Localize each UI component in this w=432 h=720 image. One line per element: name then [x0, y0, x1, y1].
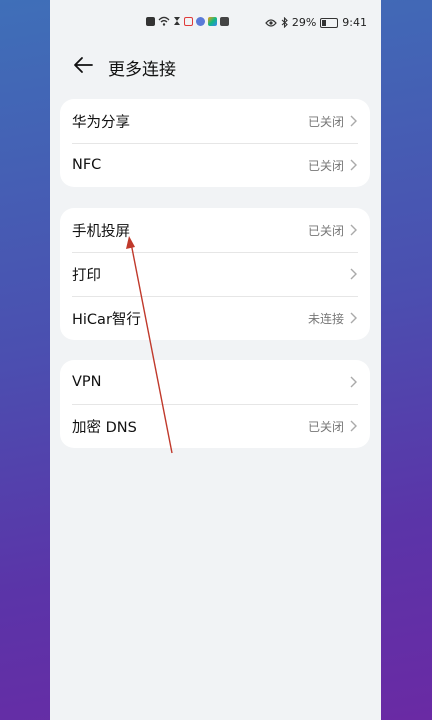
settings-group-2: 手机投屏 已关闭 打印 HiCar智行 未连接: [60, 208, 370, 340]
chevron-right-icon: [350, 115, 357, 127]
item-label: VPN: [72, 374, 102, 390]
item-status: 已关闭: [307, 158, 344, 173]
clock: 9:41: [342, 16, 367, 29]
item-label: 加密 DNS: [72, 419, 137, 436]
item-status: 未连接: [307, 311, 344, 326]
item-label: 打印: [72, 267, 101, 284]
list-item-encrypted-dns[interactable]: 加密 DNS 已关闭: [60, 404, 370, 448]
chevron-right-icon: [350, 376, 357, 388]
item-label: 华为分享: [72, 114, 130, 131]
page-header: 更多连接: [50, 50, 381, 84]
item-status: 已关闭: [307, 419, 344, 434]
item-status: 已关闭: [307, 223, 344, 238]
item-label: NFC: [72, 157, 102, 173]
settings-group-1: 华为分享 已关闭 NFC 已关闭: [60, 99, 370, 187]
alert-icon: [146, 16, 155, 26]
back-arrow-icon[interactable]: [72, 54, 94, 76]
app-icon-multicolor: [208, 16, 217, 26]
settings-group-3: VPN 加密 DNS 已关闭: [60, 360, 370, 448]
list-item-nfc[interactable]: NFC 已关闭: [60, 143, 370, 187]
chevron-right-icon: [350, 268, 357, 280]
list-item-print[interactable]: 打印: [60, 252, 370, 296]
item-status: 已关闭: [307, 114, 344, 129]
list-item-huawei-share[interactable]: 华为分享 已关闭: [60, 99, 370, 143]
eye-icon: [265, 18, 277, 27]
wifi-icon: [158, 16, 170, 26]
phone-screen: 29% 9:41 更多连接 华为分享 已关闭 NFC 已关闭 手机投屏 已关闭 …: [50, 0, 381, 720]
system-icons: 29% 9:41: [265, 16, 367, 29]
chevron-right-icon: [350, 312, 357, 324]
status-bar: 29% 9:41: [50, 0, 381, 48]
bluetooth-icon: [281, 17, 288, 28]
chevron-right-icon: [350, 420, 357, 432]
notification-icons: [146, 16, 229, 26]
chevron-right-icon: [350, 159, 357, 171]
list-item-vpn[interactable]: VPN: [60, 360, 370, 404]
app-icon-dark: [220, 16, 229, 26]
app-icon-blue: [196, 16, 205, 26]
battery-icon: [320, 17, 339, 28]
chevron-right-icon: [350, 224, 357, 236]
item-label: HiCar智行: [72, 311, 141, 328]
list-item-screen-projection[interactable]: 手机投屏 已关闭: [60, 208, 370, 252]
list-item-hicar[interactable]: HiCar智行 未连接: [60, 296, 370, 340]
item-label: 手机投屏: [72, 223, 130, 240]
page-title: 更多连接: [108, 60, 176, 80]
hourglass-icon: [174, 17, 180, 25]
battery-percent: 29%: [291, 16, 317, 29]
app-icon-red: [184, 16, 193, 26]
